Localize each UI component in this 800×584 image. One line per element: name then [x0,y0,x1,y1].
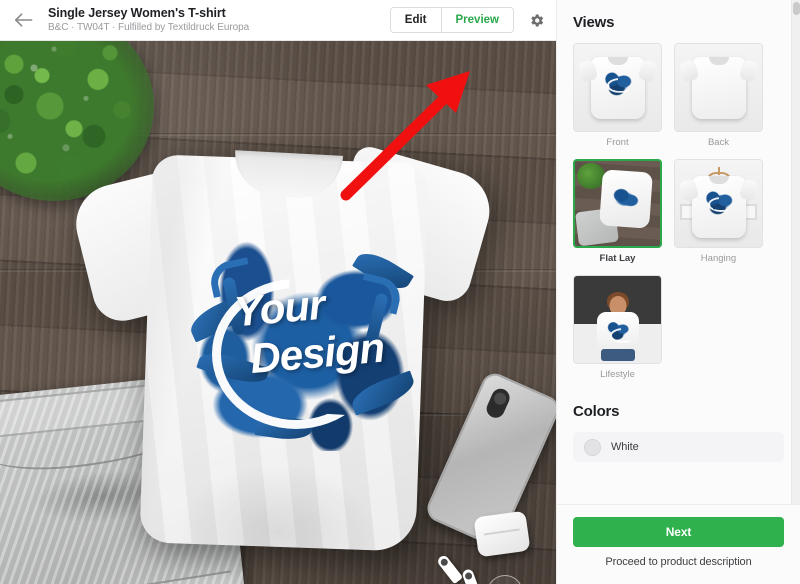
denim-hem [0,570,235,584]
options-sidebar: Views Front Back Flat Lay Hanging Lifest… [556,0,800,584]
mini-collar [607,56,628,65]
mini-collar [708,56,729,65]
sidebar-scrollbar[interactable] [791,0,800,504]
view-option-flat-lay[interactable]: Flat Lay [573,159,662,265]
mini-artwork [605,321,630,342]
color-label: White [611,441,639,453]
design-text: Your Design [217,276,424,382]
next-button[interactable]: Next [573,517,784,547]
view-thumbnail[interactable] [674,159,763,248]
view-thumbnail[interactable] [573,275,662,364]
settings-button[interactable] [526,10,546,30]
product-title-block: Single Jersey Women's T-shirt B&C · TW04… [46,6,390,35]
colors-section-title: Colors [573,403,620,420]
product-mockup-preview-app: Single Jersey Women's T-shirt B&C · TW04… [0,0,800,584]
mode-switcher: Edit Preview [389,7,514,33]
mini-collar [708,175,729,184]
tab-preview[interactable]: Preview [440,8,513,32]
thumbnail-image [574,44,661,131]
view-option-lifestyle[interactable]: Lifestyle [573,275,662,381]
next-button-caption: Proceed to product description [605,556,752,568]
mini-tshirt [691,56,746,119]
top-toolbar: Single Jersey Women's T-shirt B&C · TW04… [0,0,556,41]
tab-edit[interactable]: Edit [390,8,441,32]
product-subtitle: B&C · TW04T · Fulfilled by Textildruck E… [48,21,250,33]
view-thumbnail[interactable] [674,43,763,132]
design-artwork[interactable]: Your Design [185,241,419,451]
view-thumbnail[interactable] [573,159,662,248]
view-label: Hanging [700,253,737,264]
mini-artwork [703,190,734,217]
thumbnail-image [675,44,762,131]
mini-tshirt [691,175,746,238]
sidebar-footer: Next Proceed to product description [557,504,800,584]
mini-artwork [602,70,633,97]
view-option-hanging[interactable]: Hanging [674,159,763,265]
arrow-left-icon [14,13,32,27]
mini-model-shirt [596,312,639,352]
view-label: Front [606,137,629,148]
view-option-front[interactable]: Front [573,43,662,149]
views-section-title: Views [573,14,615,31]
scrollbar-thumb[interactable] [793,2,800,15]
color-swatch [584,438,601,456]
color-option-white[interactable]: White [573,432,784,462]
view-thumbnail[interactable] [573,43,662,132]
mini-tshirt [590,56,645,119]
thumbnail-image [575,161,660,246]
page-title: Single Jersey Women's T-shirt [48,5,226,20]
views-thumbnail-grid: Front Back Flat Lay Hanging Lifestyle [573,43,784,381]
mini-model-jeans [600,349,635,361]
view-label: Lifestyle [600,369,635,380]
sidebar-scroll-area: Views Front Back Flat Lay Hanging Lifest… [557,0,800,504]
preview-pane: Single Jersey Women's T-shirt B&C · TW04… [0,0,556,584]
phone-camera [483,385,513,421]
mini-plant [577,163,605,189]
back-button[interactable] [0,0,46,40]
gear-icon [530,13,543,27]
thumbnail-image [574,276,661,363]
view-option-back[interactable]: Back [674,43,763,149]
thumbnail-image [675,160,762,247]
mockup-canvas[interactable]: Your Design [0,41,556,584]
view-label: Back [707,137,730,148]
view-label: Flat Lay [599,253,636,264]
tshirt-mockup: Your Design [67,101,499,553]
decor-earbuds-case [473,510,531,558]
